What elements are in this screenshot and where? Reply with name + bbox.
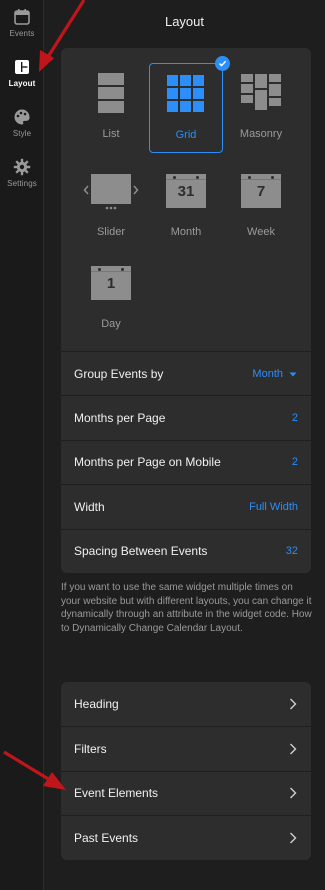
setting-label: Group Events by (74, 366, 164, 381)
gear-icon (13, 158, 31, 176)
layout-option-label: List (102, 128, 120, 140)
layout-option-week[interactable]: 7 Week (224, 161, 298, 241)
rail-item-label: Events (9, 29, 35, 38)
setting-label: Months per Page (74, 411, 166, 426)
layout-option-label: Masonry (239, 128, 283, 140)
rail-item-label: Layout (8, 79, 36, 88)
calendar-month-icon: 31 (156, 161, 216, 221)
layout-settings: Group Events by Month Months per Page 2 … (61, 351, 311, 573)
chevron-right-icon (290, 743, 297, 755)
grid-icon (156, 64, 216, 124)
group-by-select[interactable]: Month (252, 368, 298, 380)
layout-option-day[interactable]: 1 Day (74, 253, 148, 333)
layout-option-month[interactable]: 31 Month (149, 161, 223, 241)
rail-item-layout[interactable]: Layout (0, 50, 44, 98)
rail-item-label: Style (12, 129, 32, 138)
slider-icon (81, 161, 141, 221)
rail-item-label: Settings (7, 179, 37, 188)
setting-months-per-page[interactable]: Months per Page 2 (61, 395, 311, 439)
panel-title: Layout (164, 14, 205, 29)
section-label: Heading (74, 697, 119, 712)
section-heading[interactable]: Heading (61, 682, 311, 726)
layout-option-label: Day (101, 318, 121, 330)
left-rail: Events Layout Style Settings (0, 0, 44, 890)
layout-option-list[interactable]: List (74, 63, 148, 153)
layout-option-label: Week (247, 226, 275, 238)
spacing-value[interactable]: 32 (286, 545, 298, 557)
layout-option-slider[interactable]: Slider (74, 161, 148, 241)
masonry-icon (231, 63, 291, 123)
help-text: If you want to use the same widget multi… (61, 582, 312, 634)
months-per-page-value[interactable]: 2 (292, 412, 298, 424)
width-value[interactable]: Full Width (249, 501, 298, 513)
layout-option-masonry[interactable]: Masonry (224, 63, 298, 153)
setting-label: Width (74, 499, 105, 514)
setting-group-events-by[interactable]: Group Events by Month (61, 351, 311, 395)
palette-icon (14, 109, 30, 125)
layout-option-label: Grid (175, 129, 197, 141)
layout-option-label: Slider (96, 226, 126, 238)
rail-item-events[interactable]: Events (0, 0, 44, 48)
chevron-right-icon (290, 787, 297, 799)
section-label: Filters (74, 742, 107, 757)
months-per-page-mobile-value[interactable]: 2 (292, 456, 298, 468)
calendar-icon (14, 9, 30, 25)
layout-option-grid[interactable]: Grid (149, 56, 230, 153)
chevron-right-icon (290, 698, 297, 710)
setting-months-per-page-mobile[interactable]: Months per Page on Mobile 2 (61, 439, 311, 484)
section-label: Event Elements (74, 786, 159, 801)
rail-item-style[interactable]: Style (0, 100, 44, 148)
setting-label: Spacing Between Events (74, 544, 208, 559)
caret-down-icon (289, 372, 297, 377)
rail-item-settings[interactable]: Settings (0, 150, 44, 198)
setting-label: Months per Page on Mobile (74, 455, 221, 470)
layout-options: List Grid Masonry Slider 31 Month 7 Week… (61, 48, 311, 351)
section-past-events[interactable]: Past Events (61, 815, 311, 859)
layout-icon (15, 60, 29, 74)
section-filters[interactable]: Filters (61, 726, 311, 770)
setting-spacing-between-events[interactable]: Spacing Between Events 32 (61, 528, 311, 573)
calendar-day-icon: 1 (81, 253, 141, 313)
section-list: Heading Filters Event Elements Past Even… (61, 682, 311, 860)
section-label: Past Events (74, 830, 139, 845)
main-panel: Layout List Grid Masonry Slider 31 Month… (44, 0, 325, 890)
list-icon (81, 63, 141, 123)
setting-width[interactable]: Width Full Width (61, 484, 311, 528)
layout-option-label: Month (170, 226, 202, 238)
section-event-elements[interactable]: Event Elements (61, 770, 311, 815)
calendar-week-icon: 7 (231, 161, 291, 221)
chevron-right-icon (290, 832, 297, 844)
